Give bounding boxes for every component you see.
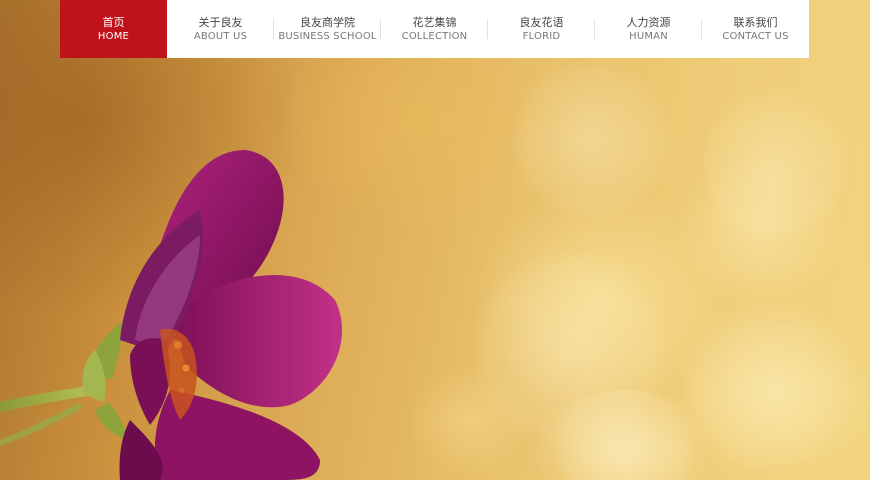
nav-item-contact-us[interactable]: 联系我们 CONTACT US <box>702 0 809 58</box>
nav-label-zh: 首页 <box>102 15 125 29</box>
nav-label-en: BUSINESS SCHOOL <box>278 30 377 42</box>
nav-label-zh: 花艺集锦 <box>412 15 457 29</box>
nav-label-zh: 关于良友 <box>198 15 243 29</box>
nav-label-zh: 联系我们 <box>733 15 778 29</box>
main-navigation: 首页 HOME 关于良友 ABOUT US 良友商学院 BUSINESS SCH… <box>60 0 809 58</box>
nav-label-en: HOME <box>97 30 130 42</box>
nav-item-florid[interactable]: 良友花语 FLORID <box>488 0 595 58</box>
nav-label-en: ABOUT US <box>193 30 248 42</box>
bokeh-light <box>510 60 670 220</box>
nav-item-human[interactable]: 人力资源 HUMAN <box>595 0 702 58</box>
nav-item-business-school[interactable]: 良友商学院 BUSINESS SCHOOL <box>274 0 381 58</box>
bokeh-light <box>700 90 850 240</box>
nav-label-zh: 人力资源 <box>626 15 671 29</box>
nav-label-en: FLORID <box>522 30 561 42</box>
nav-label-zh: 良友商学院 <box>300 15 355 29</box>
nav-item-collection[interactable]: 花艺集锦 COLLECTION <box>381 0 488 58</box>
nav-label-zh: 良友花语 <box>519 15 564 29</box>
hero-banner <box>0 0 870 480</box>
nav-label-en: HUMAN <box>629 30 668 42</box>
nav-item-home[interactable]: 首页 HOME <box>60 0 167 58</box>
nav-label-en: CONTACT US <box>722 30 789 42</box>
nav-item-about-us[interactable]: 关于良友 ABOUT US <box>167 0 274 58</box>
flower-illustration <box>0 150 343 480</box>
nav-label-en: COLLECTION <box>401 30 468 42</box>
